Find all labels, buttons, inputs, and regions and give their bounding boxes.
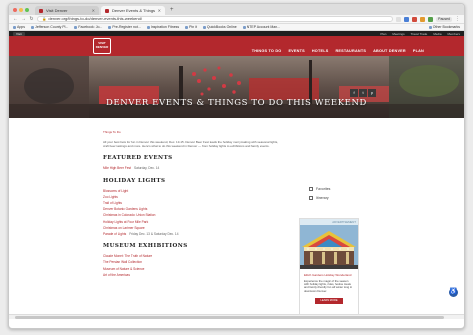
bookmark-item[interactable]: NTEP Account Man...	[242, 25, 280, 29]
extension-icon[interactable]	[404, 16, 410, 22]
nav-hotels[interactable]: HOTELS	[312, 49, 329, 53]
url-text: denver.org/things-to-do/denver-events-th…	[48, 16, 142, 21]
twitter-icon[interactable]: t	[359, 89, 367, 97]
extension-icon[interactable]	[420, 16, 426, 22]
hero-banner: DENVER EVENTS & THINGS TO DO THIS WEEKEN…	[9, 56, 464, 118]
nav-restaurants[interactable]: RESTAURANTS	[335, 49, 366, 53]
extension-icon[interactable]	[412, 16, 418, 22]
calendar-icon	[309, 196, 313, 200]
extension-icon[interactable]	[428, 16, 434, 22]
bookmark-item[interactable]: Pin it	[185, 25, 197, 29]
tab-label: Denver Events & Things to Do T	[112, 8, 155, 13]
close-window-dot[interactable]	[13, 7, 17, 12]
utility-link[interactable]: Meetings	[392, 32, 404, 36]
utility-link[interactable]: Plan	[380, 32, 386, 36]
nav-events[interactable]: EVENTS	[288, 49, 304, 53]
bookmark-star-icon[interactable]	[396, 16, 402, 22]
tab-visit-denver[interactable]: Visit Denver ✕	[35, 6, 99, 15]
ad-carousel-image	[300, 225, 358, 269]
bookmark-icon	[242, 25, 246, 29]
bookmark-icon	[202, 25, 206, 29]
window-controls	[13, 4, 29, 15]
ad-text: Experience the magic of the season with …	[304, 278, 353, 293]
ad-title: Elitch Gardens Holiday Wonderland	[304, 273, 352, 277]
address-bar-row: ← → ↻ 🔒 denver.org/things-to-do/denver-e…	[9, 15, 464, 24]
tab-strip: Visit Denver ✕ Denver Events & Things to…	[9, 4, 464, 15]
tab-label: Visit Denver	[46, 8, 68, 13]
bookmark-icon	[30, 25, 34, 29]
ad-learn-more-button[interactable]: LEARN MORE	[315, 298, 343, 305]
sidebar-ad[interactable]: ADVERTISEMENT Elitch Gardens Holiday Won…	[299, 218, 359, 319]
url-field[interactable]: 🔒 denver.org/things-to-do/denver-events-…	[37, 16, 394, 22]
menu-icon[interactable]: ⋮	[455, 16, 460, 22]
nav-plan[interactable]: PLAN	[413, 49, 424, 53]
horizontal-scrollbar[interactable]	[9, 314, 464, 319]
page-title: DENVER EVENTS & THINGS TO DO THIS WEEKEN…	[106, 98, 367, 108]
breadcrumb[interactable]: Things To Do	[103, 130, 283, 134]
bookmark-icon	[146, 25, 150, 29]
minimize-window-dot[interactable]	[19, 7, 23, 12]
nav-about-denver[interactable]: ABOUT DENVER	[373, 49, 406, 53]
scrollbar-thumb[interactable]	[15, 316, 444, 319]
tab-denver-events[interactable]: Denver Events & Things to Do T ✕	[101, 6, 165, 15]
apps-icon	[13, 25, 16, 29]
other-bookmarks[interactable]: Other Bookmarks	[428, 25, 460, 29]
utility-link[interactable]: Members	[447, 32, 460, 36]
site-logo[interactable]: VISIT DENVER	[93, 38, 111, 54]
bookmark-item[interactable]: QuickBooks Online	[202, 25, 237, 29]
section-heading: MUSEUM EXHIBITIONS	[103, 243, 188, 250]
utility-visit-link[interactable]: Visit	[13, 31, 25, 36]
tab-close-icon[interactable]: ✕	[158, 8, 161, 13]
intro-paragraph: All your best bets for fun in Denver thi…	[103, 140, 279, 149]
bookmark-item[interactable]: Inspiration Fitness	[146, 25, 179, 29]
tab-close-icon[interactable]: ✕	[92, 8, 95, 13]
utility-link[interactable]: Travel Trade	[411, 32, 428, 36]
forward-icon[interactable]: →	[21, 16, 26, 22]
lock-icon: 🔒	[42, 17, 47, 21]
bookmark-item[interactable]: Facebook: Jo...	[74, 25, 102, 29]
favicon-icon	[105, 8, 109, 13]
pinterest-icon[interactable]: p	[368, 89, 376, 97]
utility-links: Plan Meetings Travel Trade Media Members	[380, 32, 460, 36]
browser-window: Visit Denver ✕ Denver Events & Things to…	[8, 3, 465, 329]
sidebar-favorites[interactable]: Favorites	[309, 187, 379, 191]
bookmark-item[interactable]: Pre-Register not...	[108, 25, 141, 29]
bookmark-icon	[108, 25, 112, 29]
list-item[interactable]: Parade of Lights Friday Dec. 13 & Saturda…	[103, 231, 283, 237]
main-content: Things To Do All your best bets for fun …	[103, 130, 283, 278]
facebook-icon[interactable]: f	[350, 89, 358, 97]
list-item[interactable]: Art of the Americas	[103, 272, 283, 278]
sidebar: Favorites Itinerary	[309, 187, 379, 205]
folder-icon	[428, 25, 432, 29]
bookmark-item[interactable]: Apps	[13, 25, 25, 29]
utility-link[interactable]: Media	[433, 32, 441, 36]
bookmark-item[interactable]: Jefferson County Pl...	[30, 25, 68, 29]
list-item[interactable]: Mile High Beer Fest Saturday, Dec. 14	[103, 165, 283, 171]
section-heading: FEATURED EVENTS	[103, 155, 173, 162]
accessibility-icon[interactable]: ♿	[449, 288, 458, 297]
reload-icon[interactable]: ↻	[29, 16, 34, 22]
bookmark-icon	[185, 25, 189, 29]
new-tab-button[interactable]: +	[167, 6, 177, 15]
bookmark-icon	[74, 25, 78, 29]
heart-icon	[309, 187, 313, 191]
share-buttons: f t p	[350, 89, 376, 97]
web-page: Visit Plan Meetings Travel Trade Media M…	[9, 31, 464, 319]
favicon-icon	[39, 8, 43, 13]
profile-button[interactable]: Paused	[436, 16, 452, 22]
zoom-window-dot[interactable]	[25, 7, 29, 12]
section-heading: HOLIDAY LIGHTS	[103, 177, 166, 184]
nav-things-to-do[interactable]: THINGS TO DO	[252, 49, 282, 53]
sidebar-itinerary[interactable]: Itinerary	[309, 196, 379, 200]
site-navigation: VISIT DENVER THINGS TO DO EVENTS HOTELS …	[9, 36, 464, 56]
bookmarks-bar: Apps Jefferson County Pl... Facebook: Jo…	[9, 24, 464, 31]
hero-photo	[9, 56, 464, 118]
back-icon[interactable]: ←	[13, 16, 18, 22]
